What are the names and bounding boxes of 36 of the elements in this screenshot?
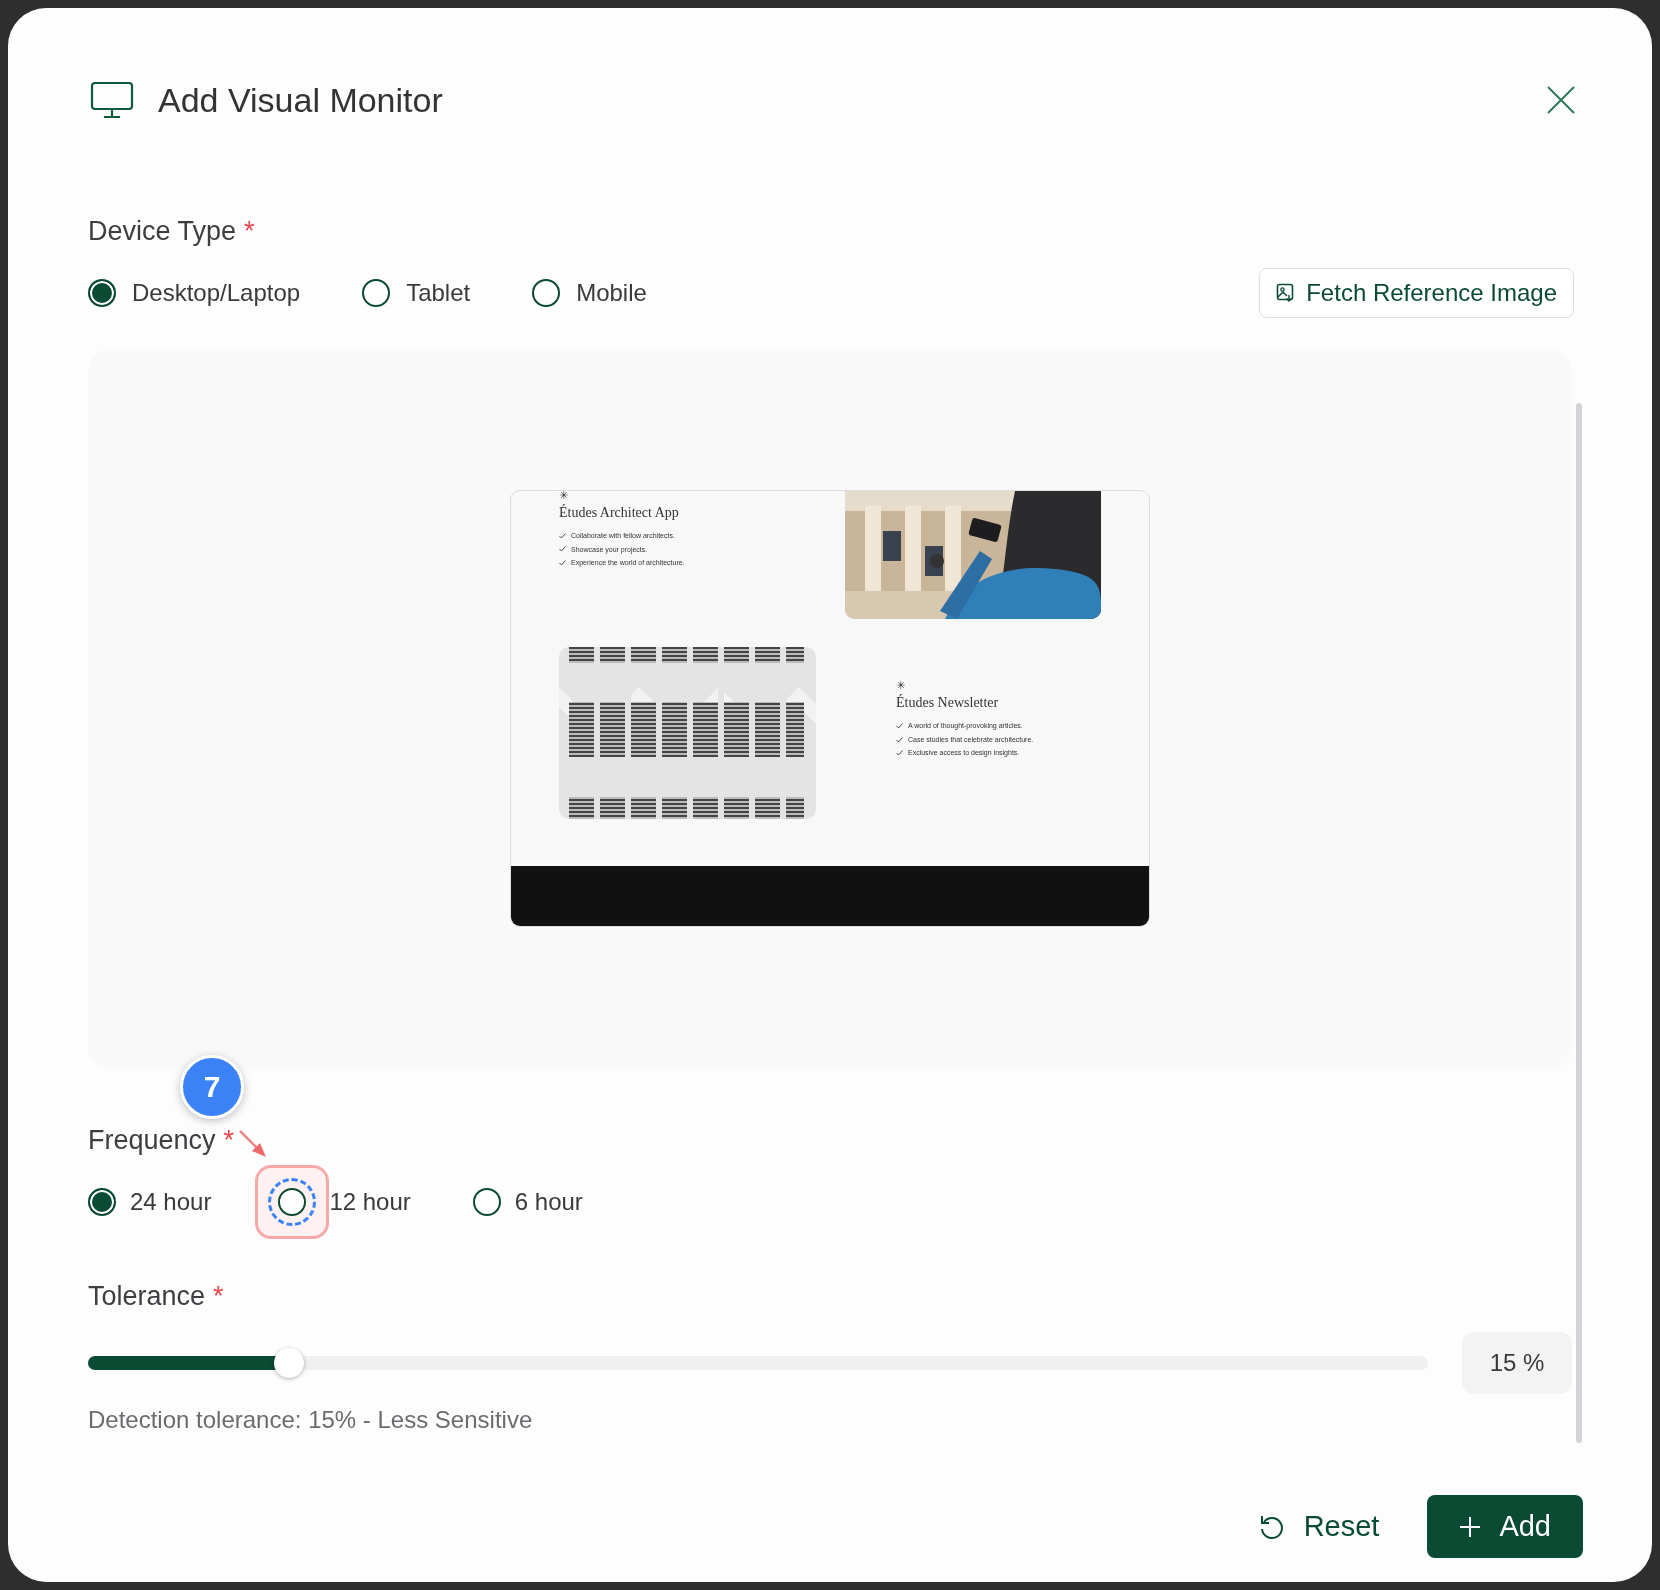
radio-label[interactable]: Mobile (576, 279, 647, 307)
arrow-icon (238, 1129, 268, 1159)
required-mark: * (213, 1281, 224, 1312)
required-mark: * (244, 216, 255, 247)
plus-icon (1459, 1515, 1482, 1538)
field-label: Device Type (88, 216, 237, 247)
radio-button[interactable] (278, 1188, 307, 1216)
value-field[interactable]: 15 % (1462, 1332, 1572, 1394)
reset-button[interactable]: Reset (1251, 1509, 1386, 1544)
radio-button[interactable] (362, 279, 391, 307)
required-mark: * (223, 1125, 235, 1156)
close-icon[interactable] (1547, 86, 1575, 114)
slider-track[interactable] (88, 1356, 1428, 1370)
step-badge: 7 (180, 1055, 244, 1119)
asterisk-mark: ✳ (559, 491, 570, 501)
asterisk-mark: ✳ (896, 681, 907, 692)
radio-label[interactable]: 6 hour (514, 1188, 583, 1216)
dialog-title: Add Visual Monitor (158, 80, 443, 120)
field-label: Tolerance (88, 1281, 206, 1312)
scrollbar[interactable] (1576, 403, 1582, 1443)
add-button[interactable]: Add (1427, 1495, 1583, 1558)
radio-button[interactable] (88, 1188, 116, 1216)
radio-label[interactable]: 24 hour (130, 1188, 212, 1216)
tolerance-description: Detection tolerance: 15% - Less Sensitive (88, 1406, 534, 1434)
section-title: Études Architect App (559, 505, 680, 521)
radio-label[interactable]: Desktop/Laptop (132, 279, 301, 307)
radio-button[interactable] (532, 279, 561, 307)
radio-label[interactable]: Tablet (406, 279, 471, 307)
slider-thumb[interactable] (274, 1348, 304, 1378)
radio-button[interactable] (88, 279, 116, 307)
monitor-icon (90, 81, 134, 119)
fetch-reference-image-button[interactable]: Fetch Reference Image (1259, 268, 1574, 318)
section-title: Études Newsletter (896, 695, 1000, 712)
field-label: Frequency (88, 1125, 216, 1156)
radio-button[interactable] (472, 1188, 501, 1216)
radio-label[interactable]: 12 hour (329, 1188, 411, 1216)
